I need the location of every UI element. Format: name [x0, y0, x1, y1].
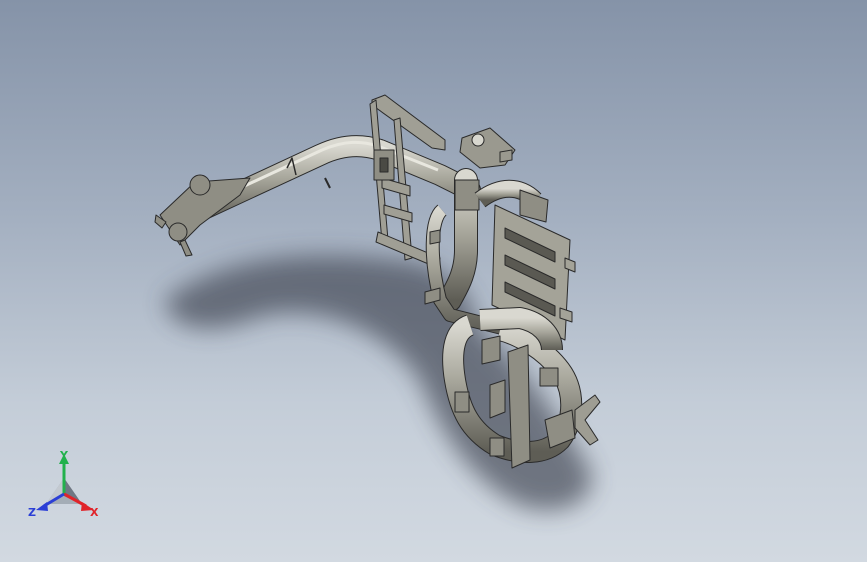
left-end-clamp[interactable] — [154, 174, 251, 257]
riser-clamp[interactable] — [454, 179, 480, 211]
z-axis-label: Z — [28, 506, 36, 519]
graphics-viewport[interactable]: Y X Z — [0, 0, 867, 562]
coordinate-triad: Y X Z — [24, 448, 104, 524]
model-view[interactable] — [0, 0, 867, 562]
z-axis-arrow-icon — [36, 502, 48, 511]
x-axis-label: X — [90, 506, 99, 519]
top-mount-plate[interactable] — [459, 127, 516, 169]
y-axis-label: Y — [59, 449, 69, 462]
